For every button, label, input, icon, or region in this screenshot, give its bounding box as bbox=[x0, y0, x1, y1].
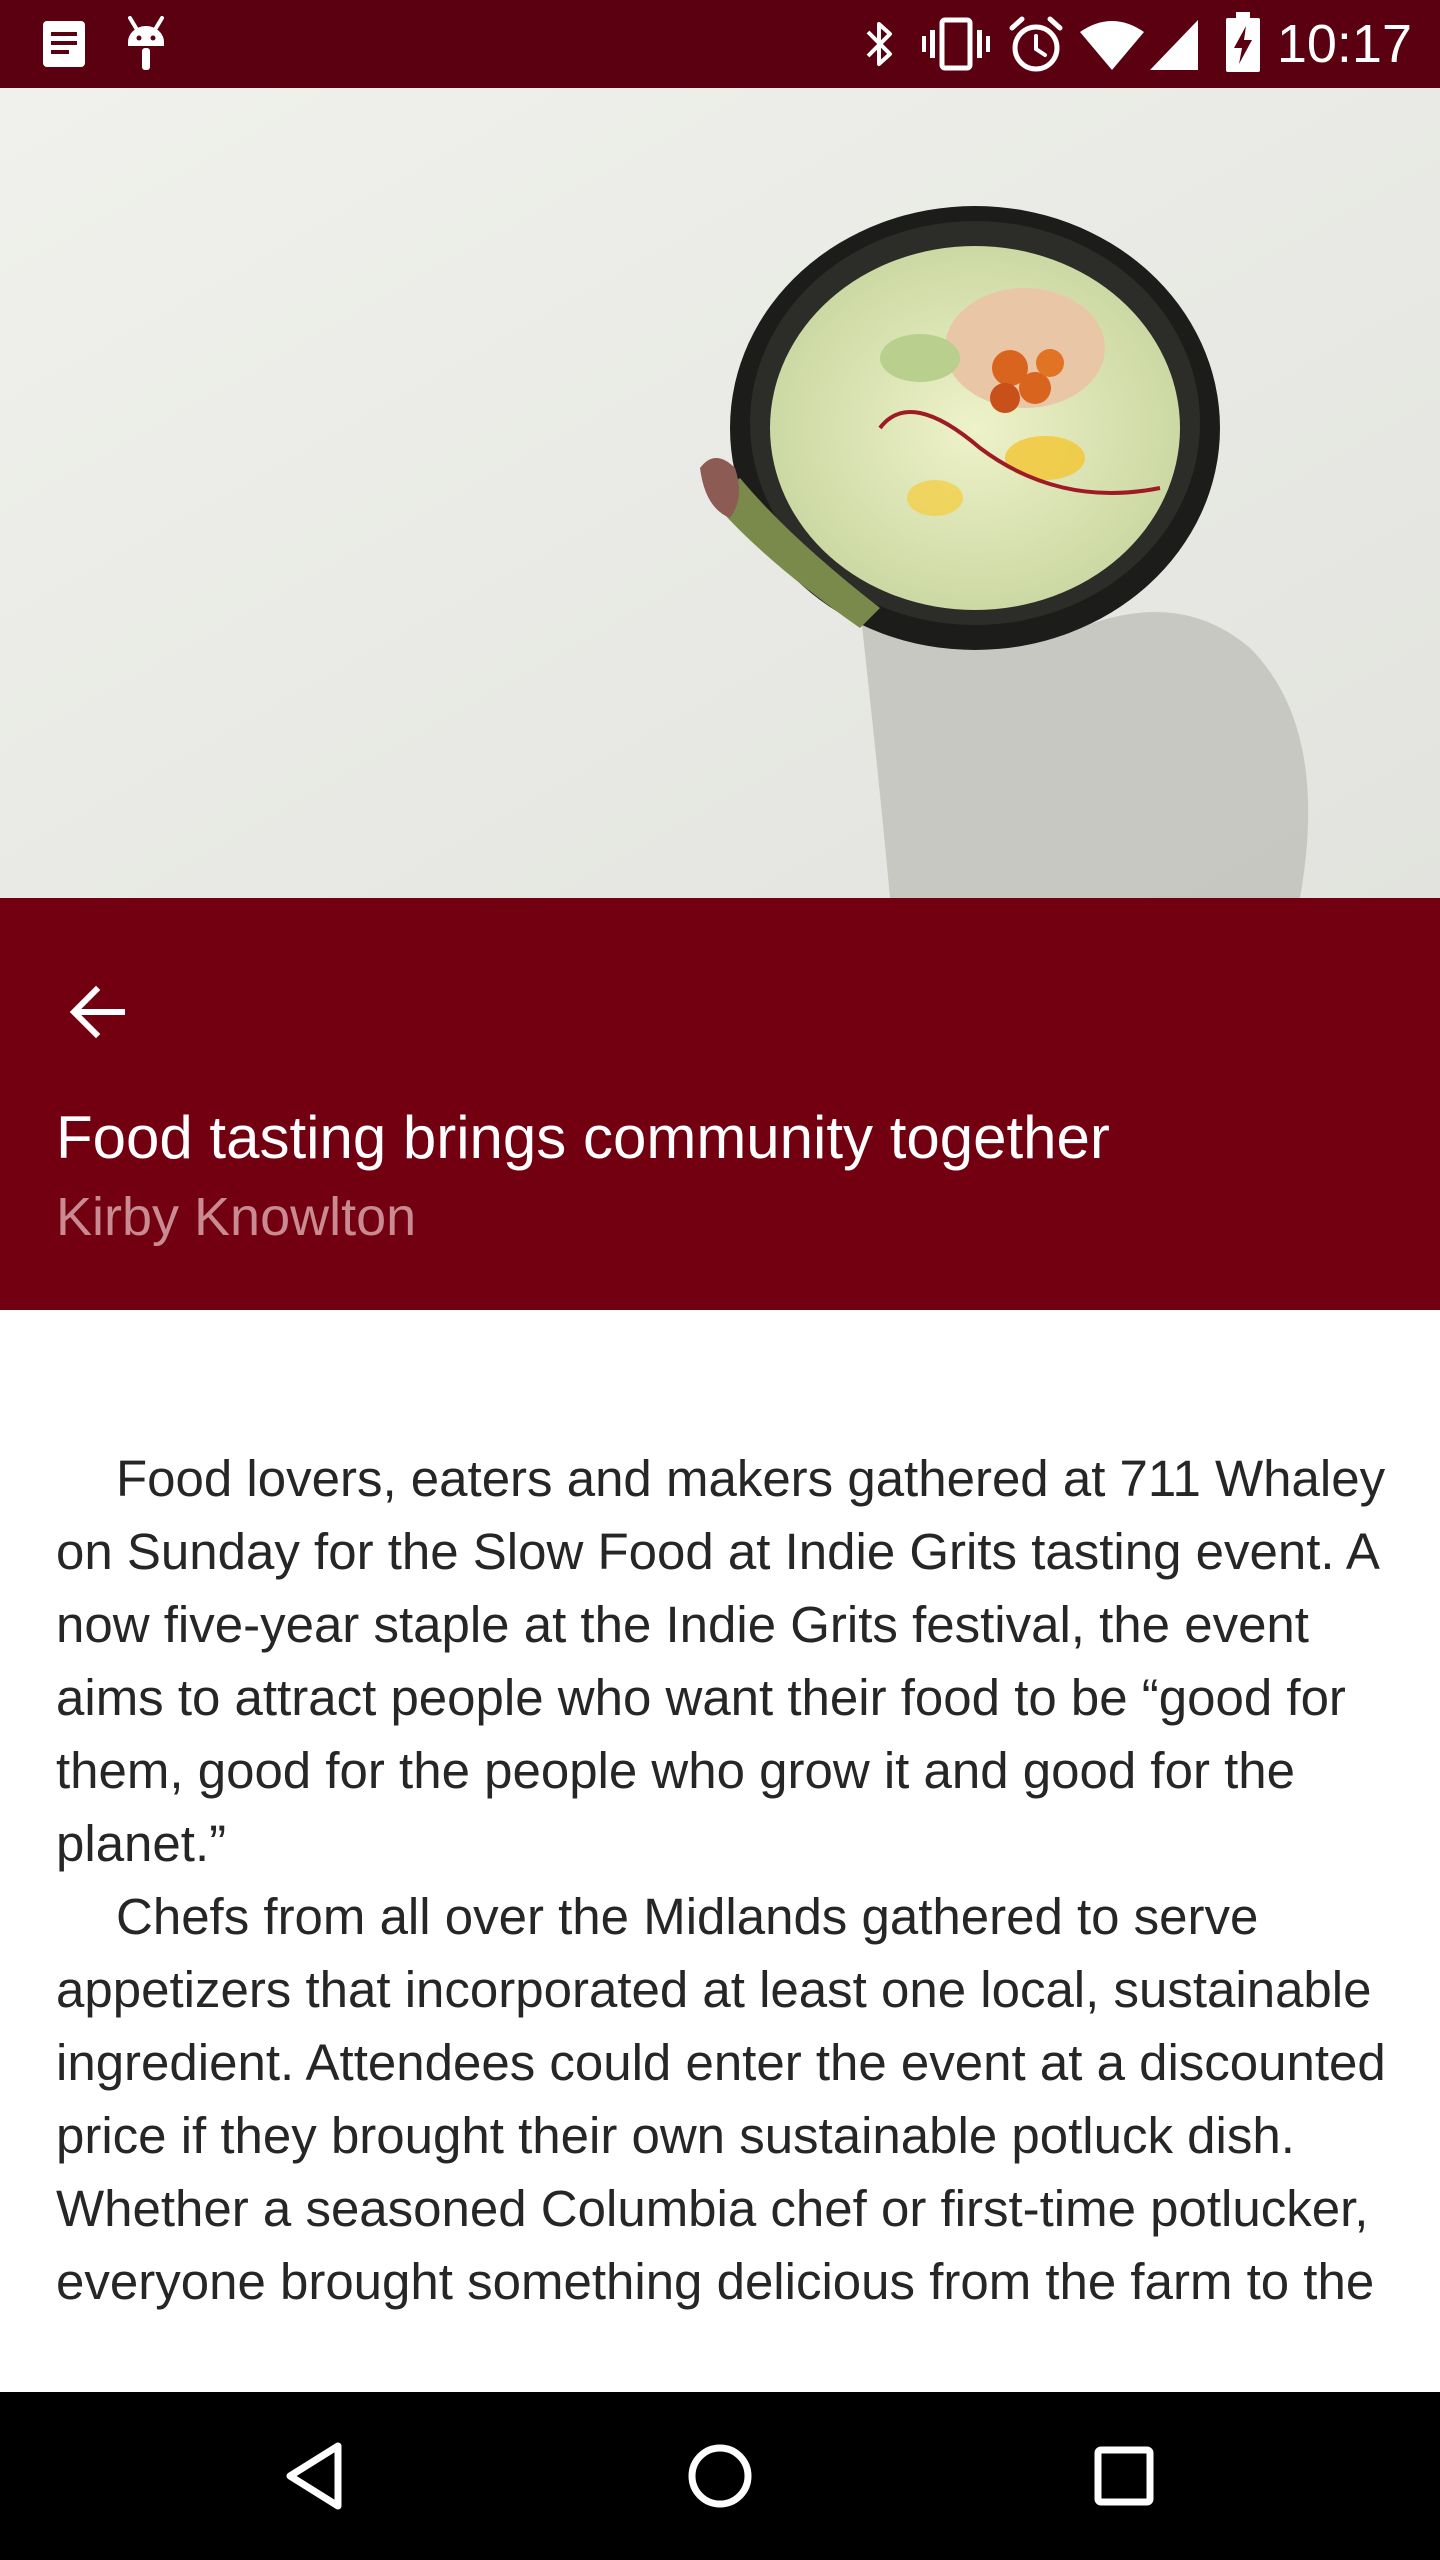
vibrate-icon bbox=[922, 17, 990, 71]
status-time: 10:17 bbox=[1276, 14, 1412, 74]
nav-recents-button[interactable] bbox=[1044, 2416, 1204, 2536]
arrow-back-icon bbox=[69, 985, 125, 1039]
wifi-icon bbox=[1080, 21, 1144, 70]
android-debug-icon bbox=[128, 16, 164, 70]
back-button[interactable] bbox=[44, 958, 152, 1066]
system-nav-bar bbox=[0, 2392, 1440, 2560]
article-header: Food tasting brings community together K… bbox=[0, 898, 1440, 1310]
cell-signal-icon bbox=[1150, 20, 1198, 70]
home-circle-icon bbox=[688, 2444, 752, 2508]
article-paragraph: Chefs from all over the Midlands gathere… bbox=[56, 1888, 1386, 2310]
battery-charging-icon bbox=[1226, 12, 1260, 72]
article-body: Food lovers, eaters and makers gathered … bbox=[56, 1442, 1400, 2392]
article-author: Kirby Knowlton bbox=[56, 1187, 417, 1247]
status-bar: 10:17 bbox=[0, 0, 1440, 88]
hero-photo bbox=[0, 88, 1440, 898]
bluetooth-icon bbox=[866, 22, 892, 66]
nav-back-button[interactable] bbox=[236, 2416, 396, 2536]
article-screen: 10:17 Food tasting brings community toge… bbox=[0, 0, 1440, 2560]
article-paragraph: Food lovers, eaters and makers gathered … bbox=[56, 1450, 1386, 1872]
notes-notification-icon bbox=[43, 21, 85, 67]
alarm-icon bbox=[1009, 16, 1063, 72]
back-triangle-icon bbox=[286, 2442, 342, 2510]
recents-square-icon bbox=[1094, 2446, 1154, 2506]
hero-photo-food-bowl-icon bbox=[0, 88, 1440, 898]
article-title: Food tasting brings community together bbox=[56, 1104, 1110, 1171]
nav-home-button[interactable] bbox=[640, 2416, 800, 2536]
